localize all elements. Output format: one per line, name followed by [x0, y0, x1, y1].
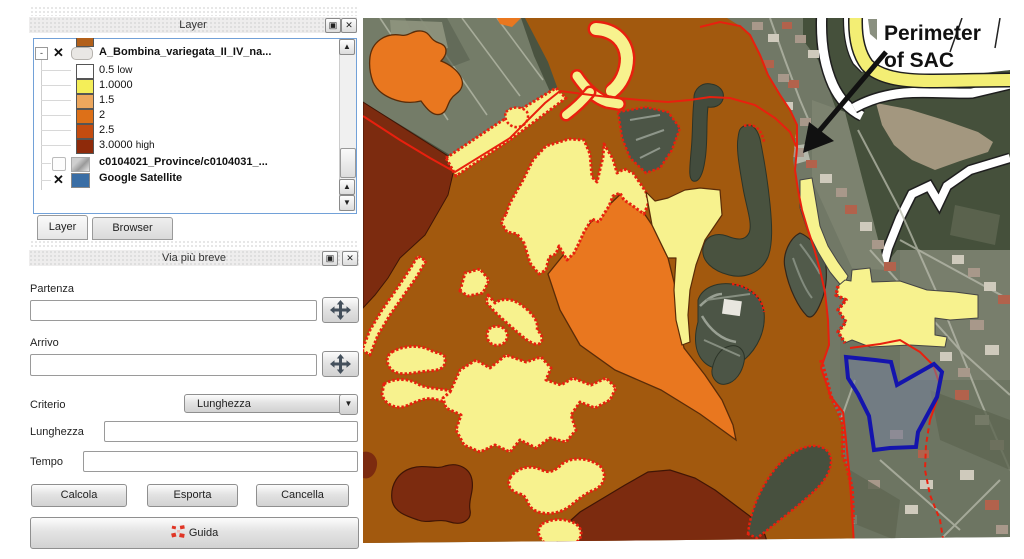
svg-text:of SAC: of SAC [884, 49, 954, 72]
svg-text:Perimeter: Perimeter [884, 22, 981, 45]
